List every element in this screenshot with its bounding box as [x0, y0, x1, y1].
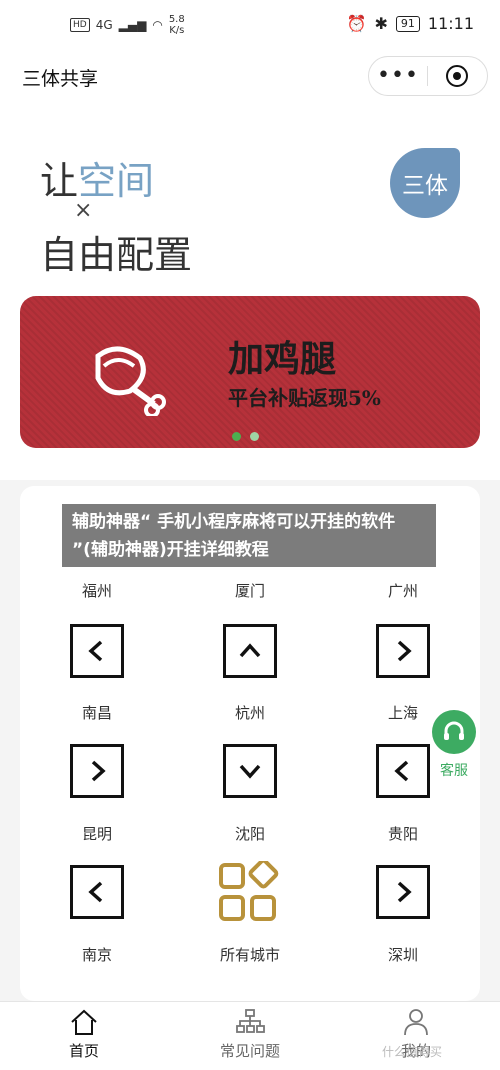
nav-right-button[interactable]: [328, 865, 478, 919]
user-icon: [404, 1009, 428, 1036]
status-bar: HD 4G ▂▄▆ ◠ 5.8 K/s ⏰ ✱ 91 11:11: [0, 0, 500, 56]
city-label: 所有城市: [219, 946, 280, 964]
slogan-line2: 自由配置: [40, 233, 193, 277]
bluetooth-icon: ✱: [374, 14, 388, 33]
battery-indicator: 91: [395, 15, 420, 32]
city-label: 昆明: [81, 825, 112, 843]
target-icon: [446, 65, 468, 87]
tab-label: 常见问题: [219, 1042, 280, 1060]
city-guiyang[interactable]: 贵阳: [328, 823, 478, 844]
customer-service-button[interactable]: 客服: [430, 710, 478, 780]
city-all[interactable]: 所有城市: [175, 944, 325, 965]
city-label: 南京: [81, 946, 112, 964]
carousel-dots: [232, 432, 259, 441]
chevron-left-icon: [376, 744, 430, 798]
slogan-highlight: 空间: [78, 159, 155, 203]
city-label: 厦门: [234, 582, 265, 600]
nav-bar: 三体共享 •••: [0, 56, 500, 100]
city-label: 广州: [387, 582, 418, 600]
signal-icon: ▂▄▆: [118, 18, 147, 32]
all-cities-button[interactable]: [175, 858, 325, 927]
nav-up-button[interactable]: [175, 624, 325, 678]
page-title: 三体共享: [22, 68, 99, 90]
speed-value: 5.8: [168, 14, 185, 25]
tab-label: 首页: [68, 1042, 99, 1060]
close-button[interactable]: [428, 65, 486, 87]
chevron-right-icon: [376, 865, 430, 919]
city-guangzhou[interactable]: 广州: [328, 580, 478, 601]
nav-right-button[interactable]: [328, 624, 478, 678]
chevron-right-icon: [70, 744, 124, 798]
tab-home[interactable]: 首页: [24, 1008, 144, 1061]
drumstick-icon: [95, 346, 166, 416]
carousel-dot[interactable]: [250, 432, 259, 441]
headset-icon: [432, 710, 476, 754]
city-shenyang[interactable]: 沈阳: [175, 823, 325, 844]
status-left: HD 4G ▂▄▆ ◠ 5.8 K/s: [70, 14, 185, 36]
service-label: 客服: [440, 763, 468, 779]
hero-section: 让空间 × 自由配置 三体 加鸡腿 平台补贴返现5%: [0, 100, 500, 480]
city-shenzhen[interactable]: 深圳: [328, 944, 478, 965]
tab-faq[interactable]: 常见问题: [190, 1008, 310, 1061]
city-label: 贵阳: [387, 825, 418, 843]
mini-program-capsule: •••: [368, 56, 488, 96]
grid-icon: [219, 858, 279, 921]
chevron-down-icon: [223, 744, 277, 798]
chevron-left-icon: [70, 624, 124, 678]
slogan-times: ×: [74, 198, 93, 223]
wifi-icon: ◠: [152, 18, 163, 32]
nav-left-button[interactable]: [22, 624, 172, 678]
sitemap-icon: [236, 1009, 265, 1033]
city-hangzhou[interactable]: 杭州: [175, 702, 325, 723]
nav-left-button[interactable]: [22, 865, 172, 919]
city-fuzhou[interactable]: 福州: [22, 580, 172, 601]
network-type: 4G: [95, 18, 113, 32]
chevron-left-icon: [70, 865, 124, 919]
watermark: 什么值得买: [382, 1045, 443, 1059]
brand-logo: 三体: [390, 148, 460, 218]
promo-banner[interactable]: 加鸡腿 平台补贴返现5%: [20, 296, 480, 448]
city-label: 杭州: [234, 704, 265, 722]
more-button[interactable]: •••: [369, 57, 427, 95]
city-label: 福州: [81, 582, 112, 600]
home-icon: [71, 1009, 97, 1035]
city-kunming[interactable]: 昆明: [22, 823, 172, 844]
city-label: 深圳: [387, 946, 418, 964]
slogan-line1: 让空间: [40, 150, 154, 205]
network-speed: 5.8 K/s: [169, 14, 185, 36]
city-xiamen[interactable]: 厦门: [175, 580, 325, 601]
speed-unit: K/s: [169, 25, 185, 36]
banner-subtitle: 平台补贴返现5%: [228, 386, 381, 410]
city-nanjing[interactable]: 南京: [22, 944, 172, 965]
slogan-prefix: 让: [40, 159, 79, 203]
city-nanchang[interactable]: 南昌: [22, 702, 172, 723]
chevron-up-icon: [223, 624, 277, 678]
clock: 11:11: [427, 14, 474, 33]
nav-right-button[interactable]: [22, 744, 172, 798]
banner-title: 加鸡腿: [228, 338, 337, 380]
status-right: ⏰ ✱ 91 11:11: [347, 14, 474, 33]
nav-down-button[interactable]: [175, 744, 325, 798]
chevron-right-icon: [376, 624, 430, 678]
overlay-caption: 辅助神器“ 手机小程序麻将可以开挂的软件 ”(辅助神器)开挂详细教程: [62, 504, 436, 567]
hd-badge: HD: [70, 18, 90, 32]
city-label: 沈阳: [234, 825, 265, 843]
city-label: 南昌: [81, 704, 112, 722]
carousel-dot[interactable]: [232, 432, 241, 441]
alarm-icon: ⏰: [346, 14, 367, 33]
